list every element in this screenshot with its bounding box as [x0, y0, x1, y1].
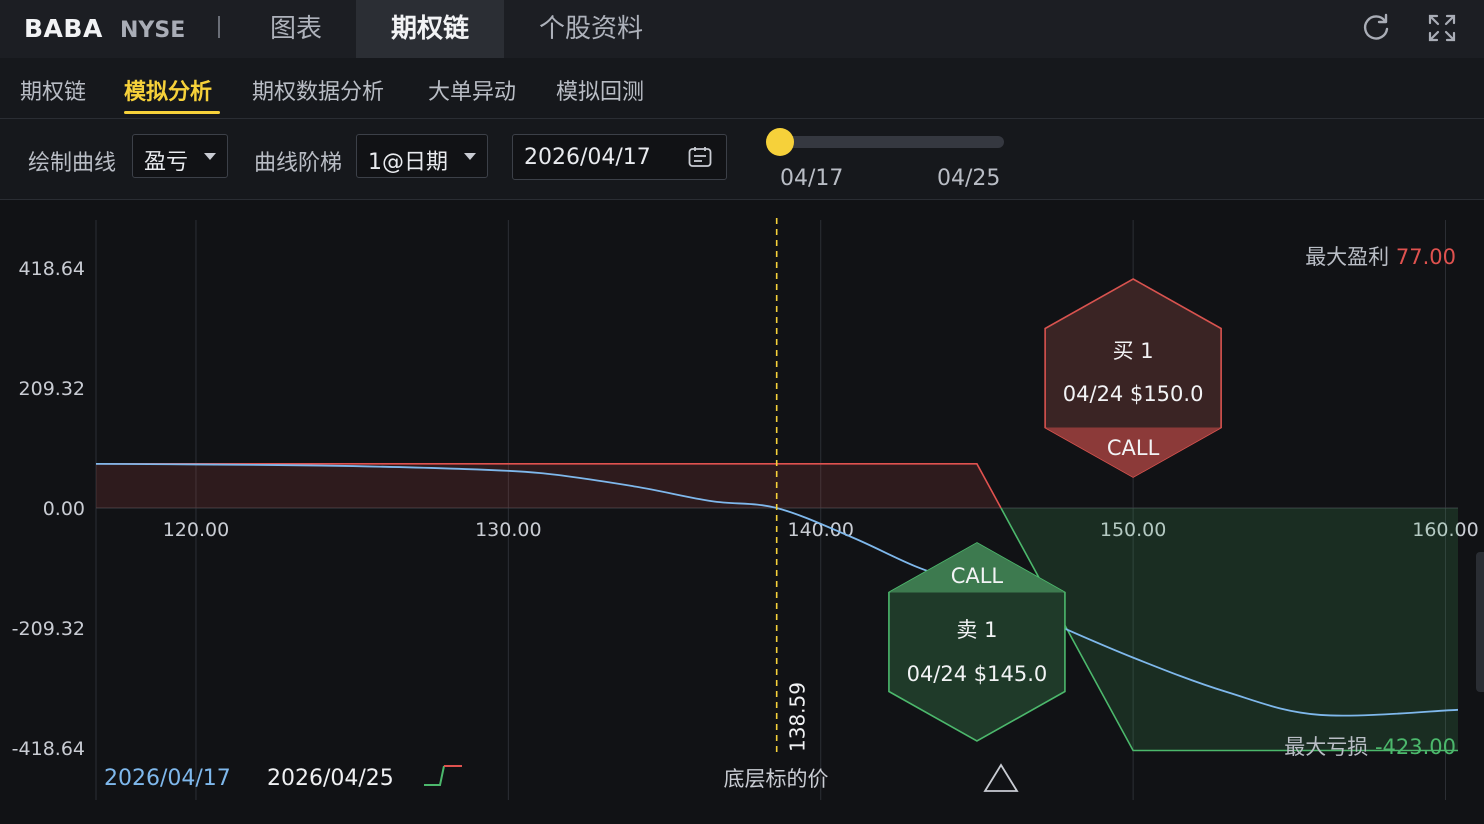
x-axis-title: 底层标的价 [724, 767, 829, 791]
x-tick-label: 130.00 [475, 519, 541, 541]
y-tick-label: -209.32 [12, 618, 85, 640]
refresh-icon[interactable] [1360, 12, 1392, 44]
tab-chart[interactable]: 图表 [240, 0, 352, 58]
legend-series-today: 2026/04/17 [104, 766, 231, 791]
max-loss-label: 最大亏损 -423.00 [1284, 735, 1456, 759]
spot-price-label: 138.59 [786, 682, 810, 752]
legend-series-expiry: 2026/04/25 [267, 766, 394, 791]
tab-stock-profile[interactable]: 个股资料 [510, 0, 672, 58]
exchange-label: NYSE [120, 18, 186, 43]
curve-select[interactable]: 盈亏 [132, 134, 228, 178]
curve-label: 绘制曲线 [28, 151, 117, 176]
date-slider-thumb[interactable] [766, 128, 794, 156]
subtab-simulation[interactable]: 模拟分析 [124, 74, 212, 106]
y-tick-label: 0.00 [43, 498, 85, 520]
calendar-icon[interactable] [688, 146, 712, 168]
scrollbar[interactable] [1476, 552, 1484, 692]
pnl-chart[interactable]: 418.64 209.32 0.00 -209.32 -418.64 120.00 130.… [0, 200, 1484, 824]
x-tick-label: 120.00 [163, 519, 229, 541]
y-tick-label: 209.32 [19, 378, 85, 400]
y-tick-label: 418.64 [19, 258, 85, 280]
divider [218, 16, 220, 38]
sell-leg-type: CALL [951, 564, 1004, 588]
ticker-symbol: BABA [24, 14, 103, 43]
subtab-option-chain[interactable]: 期权链 [20, 74, 86, 106]
date-value: 2026/04/17 [524, 145, 651, 170]
fullscreen-icon[interactable] [1426, 12, 1458, 44]
y-tick-label: -418.64 [12, 738, 85, 760]
subtab-block-trades[interactable]: 大单异动 [428, 74, 516, 106]
buy-leg-action: 买 1 [1113, 339, 1154, 363]
sell-leg-detail: 04/24 $145.0 [907, 662, 1048, 686]
x-tick-label: 140.00 [787, 519, 853, 541]
chevron-down-icon [464, 153, 476, 160]
chevron-down-icon [204, 153, 216, 160]
slider-start-label: 04/17 [780, 166, 844, 191]
subtab-backtest[interactable]: 模拟回测 [556, 74, 644, 106]
max-profit-label: 最大盈利 77.00 [1305, 245, 1456, 269]
controls-bar: 绘制曲线 盈亏 曲线阶梯 1@日期 2026/04/17 04/17 04/25 [0, 119, 1484, 200]
top-bar: BABA NYSE 图表 期权链 个股资料 [0, 0, 1484, 58]
date-input[interactable]: 2026/04/17 [512, 134, 727, 180]
buy-leg-type: CALL [1107, 436, 1160, 460]
date-slider-track[interactable] [776, 136, 1004, 148]
step-select[interactable]: 1@日期 [356, 134, 488, 178]
active-tab-indicator [124, 111, 220, 114]
curve-value: 盈亏 [144, 150, 189, 175]
buy-leg-detail: 04/24 $150.0 [1063, 382, 1204, 406]
slider-end-label: 04/25 [937, 166, 1001, 191]
sell-leg-action: 卖 1 [956, 618, 997, 642]
triangle-up-icon[interactable] [983, 763, 1019, 792]
profit-area [96, 463, 1001, 508]
subtab-option-data[interactable]: 期权数据分析 [252, 74, 384, 106]
step-label: 曲线阶梯 [254, 151, 343, 176]
sub-tabs: 期权链 模拟分析 期权数据分析 大单异动 模拟回测 [0, 58, 1484, 119]
legend-swatch-loss [424, 765, 445, 786]
tab-option-chain[interactable]: 期权链 [356, 0, 504, 58]
step-value: 1@日期 [368, 150, 448, 175]
